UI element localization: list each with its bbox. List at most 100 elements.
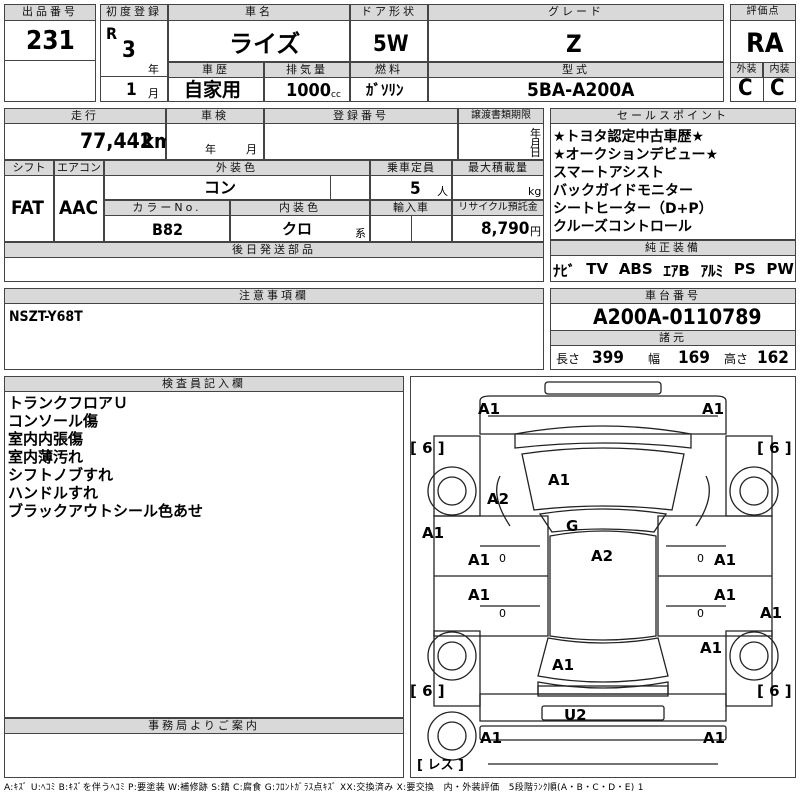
aircon-value: AAC (59, 197, 99, 219)
equipment-item: TV (586, 260, 609, 278)
length-label: 長さ (556, 352, 581, 366)
legend-footer: A:ｷｽﾞ U:ﾍｺﾐ B:ｷｽﾞを伴うﾍｺﾐ P:要塗装 W:補修跡 S:錆 … (4, 783, 644, 793)
chassis-value: A200A-0110789 (593, 305, 762, 329)
registration-month: 1 (126, 80, 137, 100)
diagram-bumper-rear: U2 (564, 706, 587, 724)
inspection-header: 車検 (166, 108, 264, 124)
diagram-left-panel: A1 (422, 524, 445, 542)
inspection-month-unit: 月 (246, 143, 257, 156)
door-type-value: 5W (373, 32, 409, 57)
transfer-day-unit: 日 (530, 146, 541, 159)
diagram-rear-left: A1 (480, 729, 503, 747)
shift-header: シフト (4, 160, 54, 176)
diagram-hood: A1 (548, 471, 571, 489)
registration-header: 初度登録 (100, 4, 168, 21)
shift-value: FAT (11, 197, 44, 219)
caution-value: NSZT-Y68T (9, 309, 83, 325)
mileage-header: 走行 (4, 108, 166, 124)
inspection-year-unit: 年 (205, 143, 216, 156)
max-load-header: 最大積載量 (452, 160, 544, 176)
diagram-right-rear-fender: A1 (700, 639, 723, 657)
equipment-header: 純正装備 (550, 240, 796, 256)
height-value: 162 (757, 348, 789, 368)
selling-point-item: ★オークションデビュー★ (553, 147, 719, 163)
aircon-header: エアコン (54, 160, 104, 176)
equipment-item: ｱﾙﾐ (700, 262, 724, 280)
interior-color-header: 内装色 (230, 200, 370, 216)
selling-point-item: スマートアシスト (553, 165, 665, 181)
diagram-left-front-door-small: 0 (499, 552, 506, 565)
displacement-header: 排気量 (264, 62, 350, 78)
height-label: 高さ (724, 352, 749, 366)
history-header: 車歴 (168, 62, 264, 78)
lot-header: 出品番号 (4, 4, 96, 21)
length-value: 399 (592, 348, 624, 368)
interior-color-unit: 系 (355, 227, 366, 240)
inspector-note-line: ブラックアウトシール色あせ (8, 502, 204, 520)
diagram-right-front-door: A1 (714, 551, 737, 569)
history-value: 自家用 (184, 79, 242, 101)
score-exterior-value: C (738, 76, 753, 101)
inspector-note-line: コンソール傷 (8, 412, 99, 430)
selling-points-list: ★トヨタ認定中古車歴★ ★オークションデビュー★ スマートアシスト バックガイド… (553, 128, 793, 236)
exterior-color-header: 外装色 (104, 160, 370, 176)
diagram-tire-rl: [ 6 ] (410, 682, 445, 700)
inspector-note-line: トランクフロアＵ (8, 394, 129, 412)
capacity-unit: 人 (437, 185, 448, 198)
equipment-item: ｴｱB (663, 262, 690, 280)
diagram-right-panel: A1 (760, 604, 783, 622)
selling-point-item: ★トヨタ認定中古車歴★ (553, 129, 705, 145)
registration-year-unit: 年 (148, 63, 159, 76)
diagram-rear-right: A1 (703, 729, 726, 747)
inspector-note-line: ハンドルすれ (8, 484, 99, 502)
displacement-unit: cc (331, 90, 341, 100)
dimensions-header: 諸元 (550, 330, 796, 346)
exterior-color-value: コン (204, 178, 237, 197)
fuel-header: 燃料 (350, 62, 428, 78)
door-type-header: ドア形状 (350, 4, 428, 21)
recycle-header: リサイクル預託金 (452, 200, 544, 216)
selling-points-header: セールスポイント (550, 108, 796, 124)
diagram-rear-glass: A1 (552, 656, 575, 674)
chassis-header: 車台番号 (550, 288, 796, 304)
registration-year: 3 (122, 38, 136, 63)
inspector-notes-header: 検査員記入欄 (4, 376, 404, 392)
fuel-value: ｶﾞｿﾘﾝ (366, 81, 404, 99)
registration-month-unit: 月 (148, 87, 159, 100)
score-interior-value: C (770, 76, 785, 101)
capacity-header: 乗車定員 (370, 160, 452, 176)
diagram-spare: [ レス ] (417, 758, 464, 773)
later-parts-header: 後日発送部品 (4, 242, 544, 258)
equipment-item: PW (766, 260, 794, 278)
inspector-note-line: 室内内張傷 (8, 430, 84, 448)
grade-value: Z (566, 30, 582, 58)
diagram-windshield: G (566, 517, 579, 535)
selling-point-item: バックガイドモニター (553, 183, 693, 199)
diagram-right-rear-door: A1 (714, 586, 737, 604)
diagram-left-rear-door: A1 (468, 586, 491, 604)
interior-color-value: クロ (282, 220, 313, 238)
diagram-right-rear-door-small: 0 (697, 607, 704, 620)
equipment-item: PS (733, 260, 756, 278)
inspector-note-line: シフトノブすれ (8, 466, 114, 484)
diagram-tire-fr: [ 6 ] (757, 439, 792, 457)
lot-number: 231 (26, 26, 75, 56)
car-diagram (427, 381, 779, 765)
displacement-value: 1000 (286, 80, 332, 101)
office-header: 事務局よりご案内 (4, 718, 404, 734)
grade-header: グレード (428, 4, 724, 21)
score-value: RA (746, 28, 784, 59)
max-load-unit: kg (528, 185, 542, 198)
car-name-value: ライズ (229, 30, 301, 58)
width-label: 幅 (648, 352, 661, 366)
caution-header: 注意事項欄 (4, 288, 544, 304)
score-header: 評価点 (730, 4, 796, 21)
equipment-list: ﾅﾋﾞ TV ABS ｴｱB ｱﾙﾐ PS PW (553, 260, 794, 281)
import-header: 輸入車 (370, 200, 452, 216)
reg-number-header: 登録番号 (264, 108, 458, 124)
transfer-deadline-header: 譲渡書類期限 (458, 108, 544, 124)
diagram-left-fender: A2 (487, 490, 510, 508)
diagram-right-front-door-small: 0 (697, 552, 704, 565)
recycle-value: 8,790 (481, 219, 530, 239)
recycle-unit: 円 (530, 225, 541, 238)
